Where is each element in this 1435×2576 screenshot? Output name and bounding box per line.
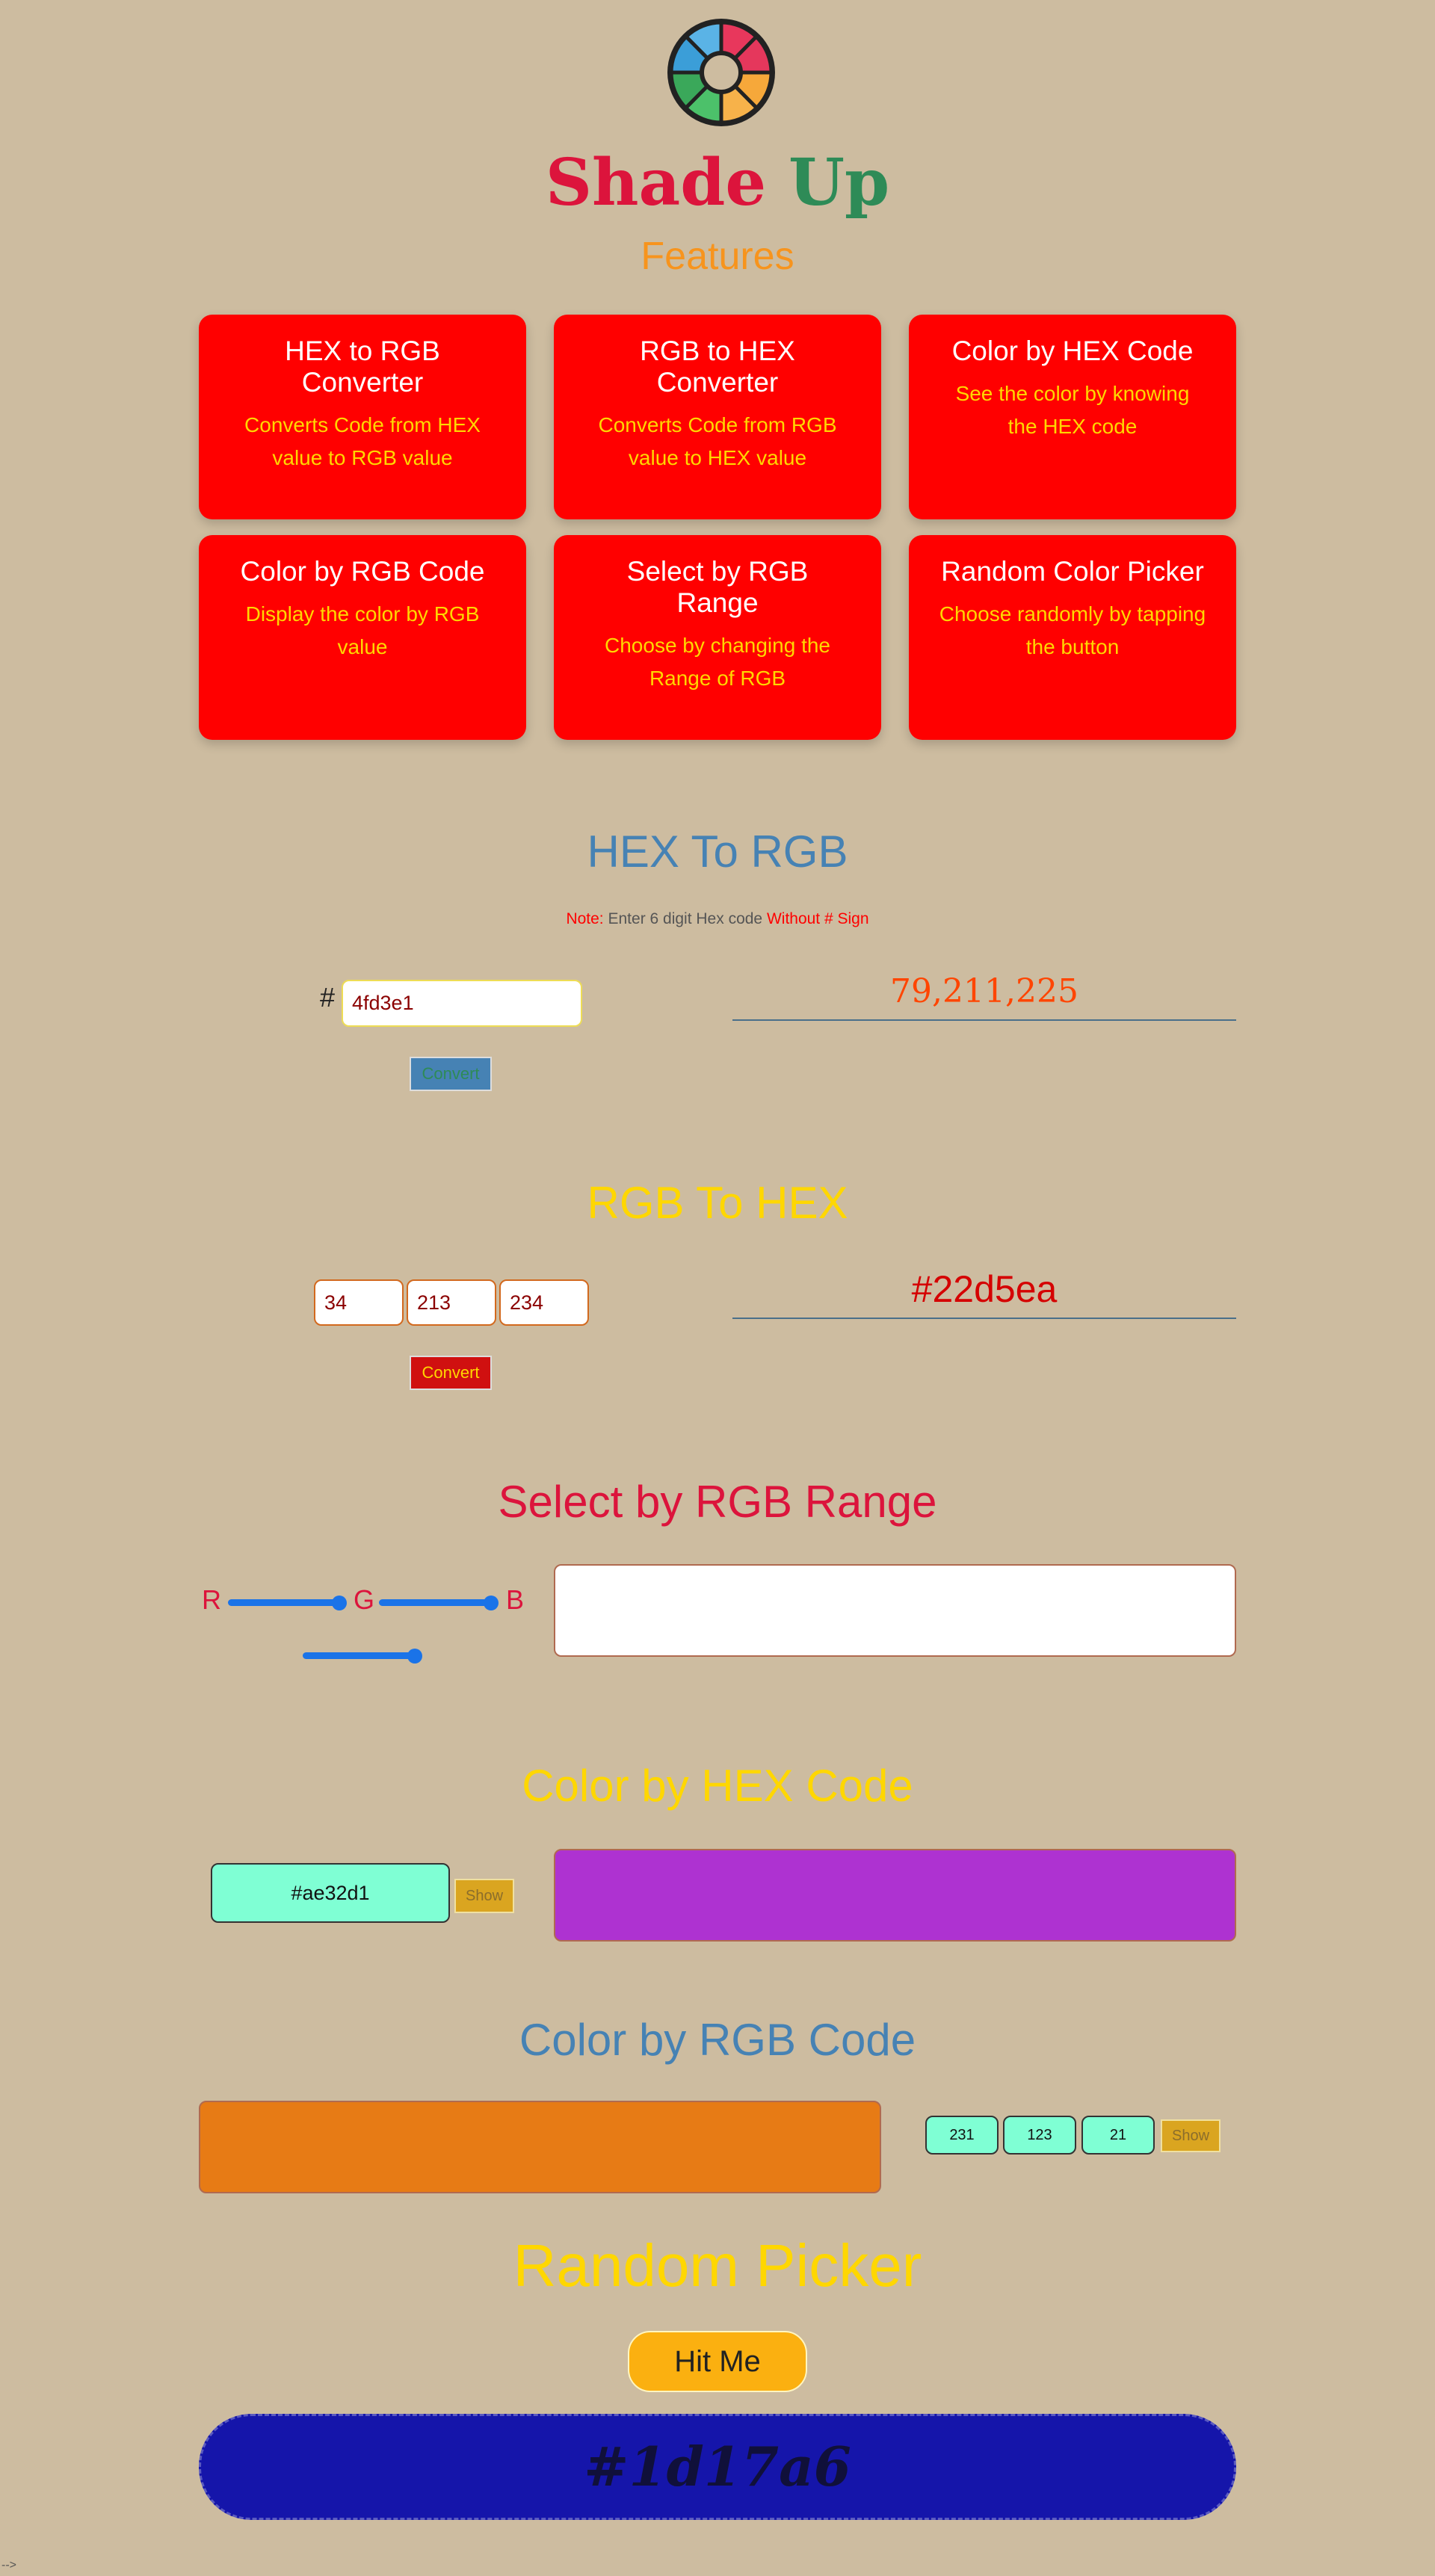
brand-word-2: Up — [789, 145, 890, 220]
range-label-r: R — [202, 1584, 221, 1615]
hexcode-preview — [554, 1849, 1236, 1942]
card-desc: See the color by knowing the HEX code — [955, 382, 1190, 438]
hex-convert-button[interactable]: Convert — [410, 1057, 492, 1091]
note-text: Enter 6 digit Hex code — [603, 910, 767, 927]
card-desc: Converts Code from RGB value to HEX valu… — [598, 413, 837, 469]
b-slider[interactable] — [303, 1652, 415, 1659]
hexcode-input[interactable] — [211, 1863, 450, 1923]
card-desc: Converts Code from HEX value to RGB valu… — [244, 413, 481, 469]
r-slider-thumb[interactable] — [332, 1596, 347, 1610]
g-slider[interactable] — [379, 1599, 491, 1606]
rgbcode-preview — [199, 2101, 881, 2193]
hash-sign: # — [320, 982, 336, 1013]
rgb-convert-button[interactable]: Convert — [410, 1356, 492, 1390]
b-slider-thumb[interactable] — [407, 1649, 422, 1664]
rgb-range-preview — [554, 1564, 1236, 1657]
hex-result-underline — [732, 1318, 1236, 1319]
feature-card-rgb-range[interactable]: Select by RGB Range Choose by changing t… — [554, 535, 881, 740]
r-slider[interactable] — [228, 1599, 340, 1606]
hex-to-rgb-title: HEX To RGB — [587, 827, 848, 877]
rgb-range-title: Select by RGB Range — [498, 1477, 937, 1527]
g-input[interactable] — [407, 1279, 496, 1326]
note-emphasis: Without # Sign — [766, 910, 869, 927]
card-title: Color by RGB Code — [240, 556, 485, 587]
rgb-to-hex-title: RGB To HEX — [587, 1178, 848, 1228]
r-input[interactable] — [314, 1279, 404, 1326]
note-label: Note: — [566, 910, 604, 927]
hex-input[interactable] — [342, 980, 582, 1027]
features-title: Features — [641, 235, 794, 278]
card-title: RGB to HEX Converter — [640, 336, 795, 398]
hex-result: #22d5ea — [911, 1268, 1058, 1310]
card-title: HEX to RGB Converter — [285, 336, 440, 398]
color-by-hex-title: Color by HEX Code — [522, 1761, 913, 1811]
card-desc: Display the color by RGB value — [245, 602, 480, 658]
brand-word-1: Shade — [545, 145, 767, 220]
brand-title: Shade Up — [493, 142, 942, 224]
feature-card-hex-to-rgb[interactable]: HEX to RGB Converter Converts Code from … — [199, 315, 526, 519]
rgb-result: 79,211,225 — [890, 972, 1078, 1010]
feature-card-color-by-rgb[interactable]: Color by RGB Code Display the color by R… — [199, 535, 526, 740]
g-slider-thumb[interactable] — [484, 1596, 499, 1610]
feature-card-rgb-to-hex[interactable]: RGB to HEX Converter Converts Code from … — [554, 315, 881, 519]
color-by-rgb-title: Color by RGB Code — [519, 2015, 916, 2065]
rgbcode-b-input[interactable] — [1081, 2116, 1155, 2155]
rgbcode-g-input[interactable] — [1003, 2116, 1076, 2155]
random-color-preview: #1d17a6 — [199, 2414, 1236, 2520]
b-input[interactable] — [499, 1279, 589, 1326]
footer-text: --> — [1, 2559, 16, 2572]
card-title: Select by RGB Range — [626, 556, 809, 618]
range-label-b: B — [506, 1584, 525, 1615]
card-desc: Choose randomly by tapping the button — [939, 602, 1206, 658]
hit-me-button[interactable]: Hit Me — [628, 2331, 807, 2392]
rgbcode-r-input[interactable] — [925, 2116, 999, 2155]
hexcode-show-button[interactable]: Show — [454, 1879, 514, 1913]
card-desc: Choose by changing the Range of RGB — [605, 634, 830, 690]
random-hex-value: #1d17a6 — [584, 2435, 851, 2498]
feature-card-random-picker[interactable]: Random Color Picker Choose randomly by t… — [909, 535, 1236, 740]
card-title: Random Color Picker — [941, 556, 1204, 587]
rgbcode-show-button[interactable]: Show — [1161, 2119, 1220, 2152]
card-title: Color by HEX Code — [951, 336, 1194, 366]
logo-color-wheel-icon — [665, 16, 777, 129]
hex-note: Note: Enter 6 digit Hex code Without # S… — [0, 910, 1435, 928]
random-picker-title: Random Picker — [513, 2232, 922, 2299]
rgb-result-underline — [732, 1019, 1236, 1021]
feature-card-color-by-hex[interactable]: Color by HEX Code See the color by knowi… — [909, 315, 1236, 519]
range-label-g: G — [354, 1584, 375, 1615]
